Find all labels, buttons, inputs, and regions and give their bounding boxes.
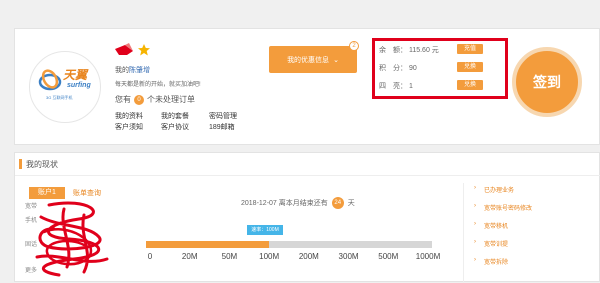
speed-tick-label: 500M xyxy=(378,252,399,261)
points-row: 积 分： 90 xyxy=(379,63,417,73)
days-unit: 天 xyxy=(347,199,355,207)
speed-tooltip: 速率：100M xyxy=(247,225,283,235)
brand-logo-cn: 天翼 xyxy=(63,68,88,82)
link-password[interactable]: 密码管理 xyxy=(209,111,253,121)
coin-value: 1 xyxy=(408,83,413,90)
business-item-label: 宽带训提 xyxy=(484,242,509,248)
balance-label: 余 额： xyxy=(379,47,407,54)
brand-logo-en: surfing xyxy=(67,82,91,89)
greeting-text: 我的 xyxy=(115,67,129,74)
link-agreement[interactable]: 客户协议 xyxy=(161,122,207,132)
link-my-info[interactable]: 我的资料 xyxy=(115,111,159,121)
vertical-divider xyxy=(463,183,464,283)
chevron-right-icon: › xyxy=(474,221,476,227)
orders-suffix: 个未处理订单 xyxy=(147,95,195,104)
status-panel: 我的现状 账户1 账单查询 宽带 手机 固话 更多 2018-12-07 离本月… xyxy=(14,152,600,283)
business-item-label: 宽带移机 xyxy=(484,224,509,230)
current-date: 2018-12-07 xyxy=(241,199,277,207)
business-item-label: 宽带账号密码修改 xyxy=(484,206,533,212)
chevron-right-icon: › xyxy=(474,185,476,191)
pending-orders: 您有 0 个未处理订单 xyxy=(115,94,195,105)
business-item[interactable]: › 宽带移机 xyxy=(474,221,532,239)
business-item[interactable]: › 已办理业务 xyxy=(474,185,532,203)
orders-prefix: 您有 xyxy=(115,95,131,104)
points-label: 积 分： xyxy=(379,65,407,72)
username-link[interactable]: 陈肇增 xyxy=(129,67,150,74)
brand-logo-icon xyxy=(38,69,62,91)
speed-tick-label: 0 xyxy=(147,252,153,261)
balance-value: 115.60 元 xyxy=(408,47,439,54)
speed-progress-fill xyxy=(146,241,270,248)
brand-logo: 天翼 surfing 3G 互联网手机 xyxy=(29,51,101,123)
redaction-scribble xyxy=(35,201,109,277)
account-links: 我的资料 我的套餐 密码管理 客户须知 客户协议 189邮箱 xyxy=(115,111,253,132)
business-item-label: 已办理业务 xyxy=(484,188,515,194)
signin-button[interactable]: 签到 xyxy=(512,47,582,117)
speed-tick-label: 50M xyxy=(221,252,238,261)
countdown-text: 离本月结束还有 xyxy=(278,199,328,207)
speed-tick-label: 100M xyxy=(259,252,280,261)
member-rank-icon xyxy=(115,43,150,56)
divider xyxy=(15,175,600,176)
month-countdown: 2018-12-07 离本月结束还有 24 天 xyxy=(241,197,355,209)
business-item-label: 宽带拆除 xyxy=(484,260,509,266)
user-motto: 每天都是新的开始，就买加油吧! xyxy=(115,82,201,88)
coin-label: 四 亮： xyxy=(379,83,407,90)
business-list: › 已办理业务 › 宽带账号密码修改 › 宽带移机 › 宽带训提 › 宽带拆除 xyxy=(474,185,532,275)
orders-count-badge[interactable]: 0 xyxy=(134,94,144,105)
days-left-badge: 24 xyxy=(331,197,344,209)
recharge-button[interactable]: 充值 xyxy=(457,44,483,54)
speed-tick-label: 1000M xyxy=(415,252,441,261)
chevron-down-icon: ⌄ xyxy=(333,56,339,64)
business-item[interactable]: › 宽带拆除 xyxy=(474,257,532,275)
chevron-right-icon: › xyxy=(474,239,476,245)
section-title: 我的现状 xyxy=(26,160,58,169)
link-my-plan[interactable]: 我的套餐 xyxy=(161,111,207,121)
link-notice[interactable]: 客户须知 xyxy=(115,122,159,132)
speed-tick-label: 200M xyxy=(298,252,319,261)
redeem-points-button[interactable]: 兑换 xyxy=(457,62,483,72)
business-item[interactable]: › 宽带训提 xyxy=(474,239,532,257)
section-accent xyxy=(19,159,22,169)
balance-box: 余 额： 115.60 元 充值 积 分： 90 兑换 四 亮： 1 兑换 xyxy=(372,38,508,99)
signin-label: 签到 xyxy=(533,74,561,90)
coupon-button[interactable]: 我的优惠信息 ⌄ xyxy=(269,46,357,73)
coin-row: 四 亮： 1 xyxy=(379,81,413,91)
speed-tick-label: 20M xyxy=(181,252,198,261)
business-item[interactable]: › 宽带账号密码修改 xyxy=(474,203,532,221)
redeem-coin-button[interactable]: 兑换 xyxy=(457,80,483,90)
profile-panel: 天翼 surfing 3G 互联网手机 我的陈肇增 每天都是新的开始，就买加油吧… xyxy=(14,28,600,145)
chevron-right-icon: › xyxy=(474,257,476,263)
balance-row: 余 额： 115.60 元 xyxy=(379,45,439,55)
user-greeting: 我的陈肇增 xyxy=(115,65,150,75)
speed-progress-track xyxy=(146,241,432,248)
speed-tick-label: 300M xyxy=(338,252,359,261)
points-value: 90 xyxy=(408,65,417,72)
coupon-label: 我的优惠信息 xyxy=(287,56,330,64)
coupon-count-badge: 2 xyxy=(349,41,359,51)
brand-logo-sub: 3G 互联网手机 xyxy=(46,95,73,100)
chevron-right-icon: › xyxy=(474,203,476,209)
link-mailbox[interactable]: 189邮箱 xyxy=(209,122,253,132)
